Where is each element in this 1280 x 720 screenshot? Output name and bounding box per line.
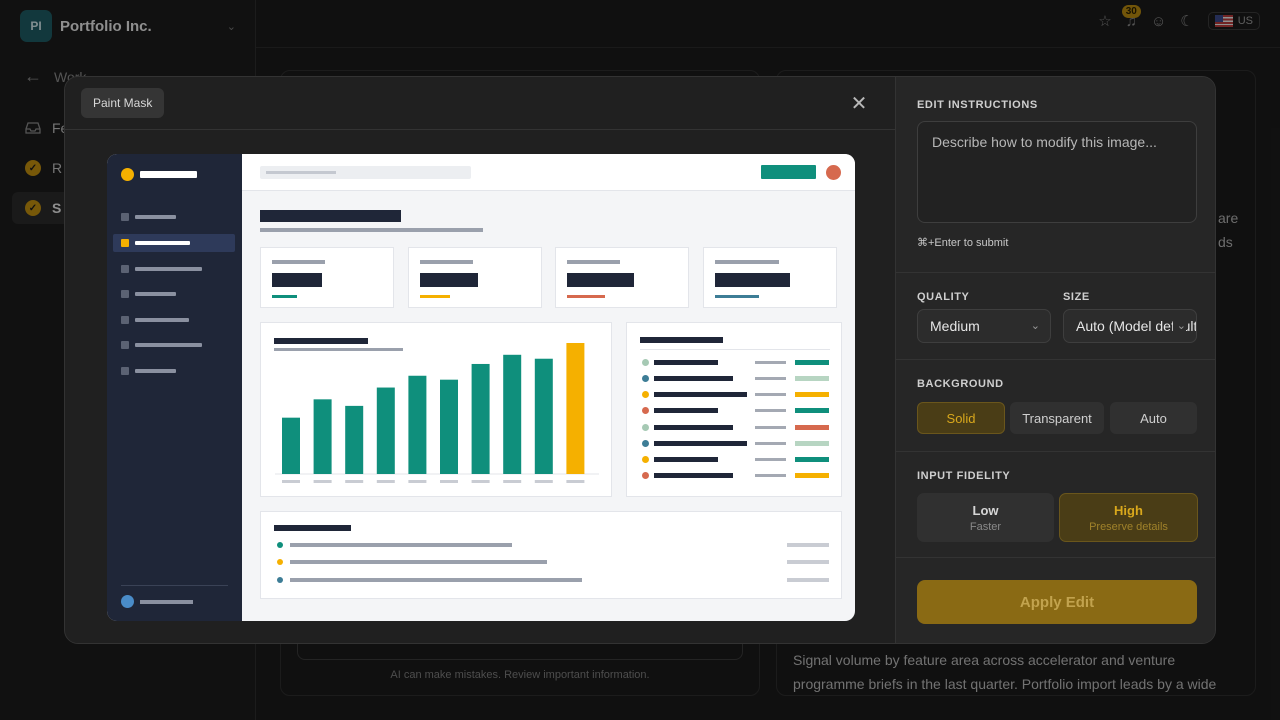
preview-tick-label (440, 480, 458, 483)
paint-mask-button[interactable]: Paint Mask (81, 88, 165, 118)
preview-bars (275, 343, 599, 483)
preview-kpi-card (703, 247, 837, 308)
preview-topbar (242, 154, 855, 191)
size-label: SIZE (1063, 291, 1090, 303)
edit-instructions-label: EDIT INSTRUCTIONS (917, 99, 1038, 111)
preview-sidebar (107, 154, 242, 621)
preview-divider (121, 585, 228, 586)
preview-nav-item (113, 208, 235, 226)
edit-instructions-input[interactable] (917, 121, 1197, 223)
preview-tick-label (534, 480, 553, 483)
preview-nav-item (113, 336, 235, 354)
preview-heading (260, 210, 401, 222)
preview-nav-item (113, 362, 235, 380)
preview-tick-label (345, 480, 364, 483)
fidelity-subtitle: Preserve details (1089, 520, 1168, 533)
preview-tick-label (503, 480, 522, 483)
preview-activity-card (260, 511, 842, 599)
input-fidelity-section: INPUT FIDELITY Low Faster High Preserve … (896, 452, 1215, 558)
preview-bar (503, 354, 522, 474)
preview-bar (313, 399, 332, 474)
image-preview[interactable] (107, 154, 855, 621)
quality-select[interactable]: Medium ⌄ (917, 309, 1051, 343)
chevron-down-icon: ⌄ (1172, 319, 1186, 332)
preview-brand (140, 171, 197, 178)
preview-tick-label (566, 480, 585, 483)
edit-settings-panel: EDIT INSTRUCTIONS ⌘+Enter to submit QUAL… (895, 77, 1215, 643)
preview-logo (121, 168, 134, 181)
preview-bar (440, 379, 458, 474)
preview-bar (471, 363, 490, 474)
fidelity-option-high[interactable]: High Preserve details (1059, 493, 1198, 542)
preview-bar-chart (260, 322, 612, 497)
background-section: BACKGROUND Solid Transparent Auto (896, 360, 1215, 452)
preview-nav-item (113, 311, 235, 329)
size-select[interactable]: Auto (Model default) ⌄ (1063, 309, 1197, 343)
fidelity-option-low[interactable]: Low Faster (917, 493, 1054, 542)
preview-bar (566, 343, 585, 474)
quality-label: QUALITY (917, 291, 970, 303)
preview-bar (345, 405, 364, 474)
preview-avatar (826, 165, 841, 180)
fidelity-title: High (1114, 502, 1143, 518)
fidelity-subtitle: Faster (969, 520, 1002, 533)
preview-nav-item (113, 234, 235, 252)
apply-edit-button[interactable]: Apply Edit (917, 580, 1197, 624)
input-fidelity-label: INPUT FIDELITY (917, 470, 1011, 482)
preview-tick-label (282, 480, 300, 483)
background-option-solid[interactable]: Solid (917, 402, 1005, 434)
preview-kpi-card (260, 247, 394, 308)
quality-size-section: QUALITY SIZE Medium ⌄ Auto (Model defaul… (896, 273, 1215, 360)
edit-instructions-section: EDIT INSTRUCTIONS ⌘+Enter to submit (896, 77, 1215, 273)
preview-button (761, 165, 816, 179)
preview-nav-item (113, 285, 235, 303)
chevron-down-icon: ⌄ (1026, 319, 1040, 332)
preview-tick-label (313, 480, 332, 483)
preview-subheading (260, 228, 483, 232)
modal-header: Paint Mask ✕ (65, 77, 895, 130)
preview-tick-label (376, 480, 395, 483)
preview-bar (282, 417, 300, 474)
preview-kpi-card (408, 247, 542, 308)
preview-nav-item (113, 260, 235, 278)
image-canvas-area: Paint Mask ✕ (65, 77, 895, 643)
preview-bar (408, 375, 427, 474)
preview-tick-label (408, 480, 427, 483)
quality-value: Medium (930, 318, 980, 334)
preview-list-card (626, 322, 842, 497)
close-icon[interactable]: ✕ (847, 91, 871, 115)
background-label: BACKGROUND (917, 378, 1004, 390)
preview-bar (534, 358, 553, 474)
preview-user-avatar (121, 595, 134, 608)
submit-hint: ⌘+Enter to submit (917, 237, 1009, 249)
preview-tick-label (471, 480, 490, 483)
background-option-auto[interactable]: Auto (1110, 402, 1197, 434)
preview-search (260, 166, 471, 179)
background-option-transparent[interactable]: Transparent (1010, 402, 1104, 434)
image-edit-modal: Paint Mask ✕ EDIT INSTRUCTIONS Describe … (64, 76, 1216, 644)
preview-bar (376, 387, 395, 474)
preview-user-name (140, 600, 193, 604)
fidelity-title: Low (972, 502, 999, 518)
preview-kpi-card (555, 247, 689, 308)
